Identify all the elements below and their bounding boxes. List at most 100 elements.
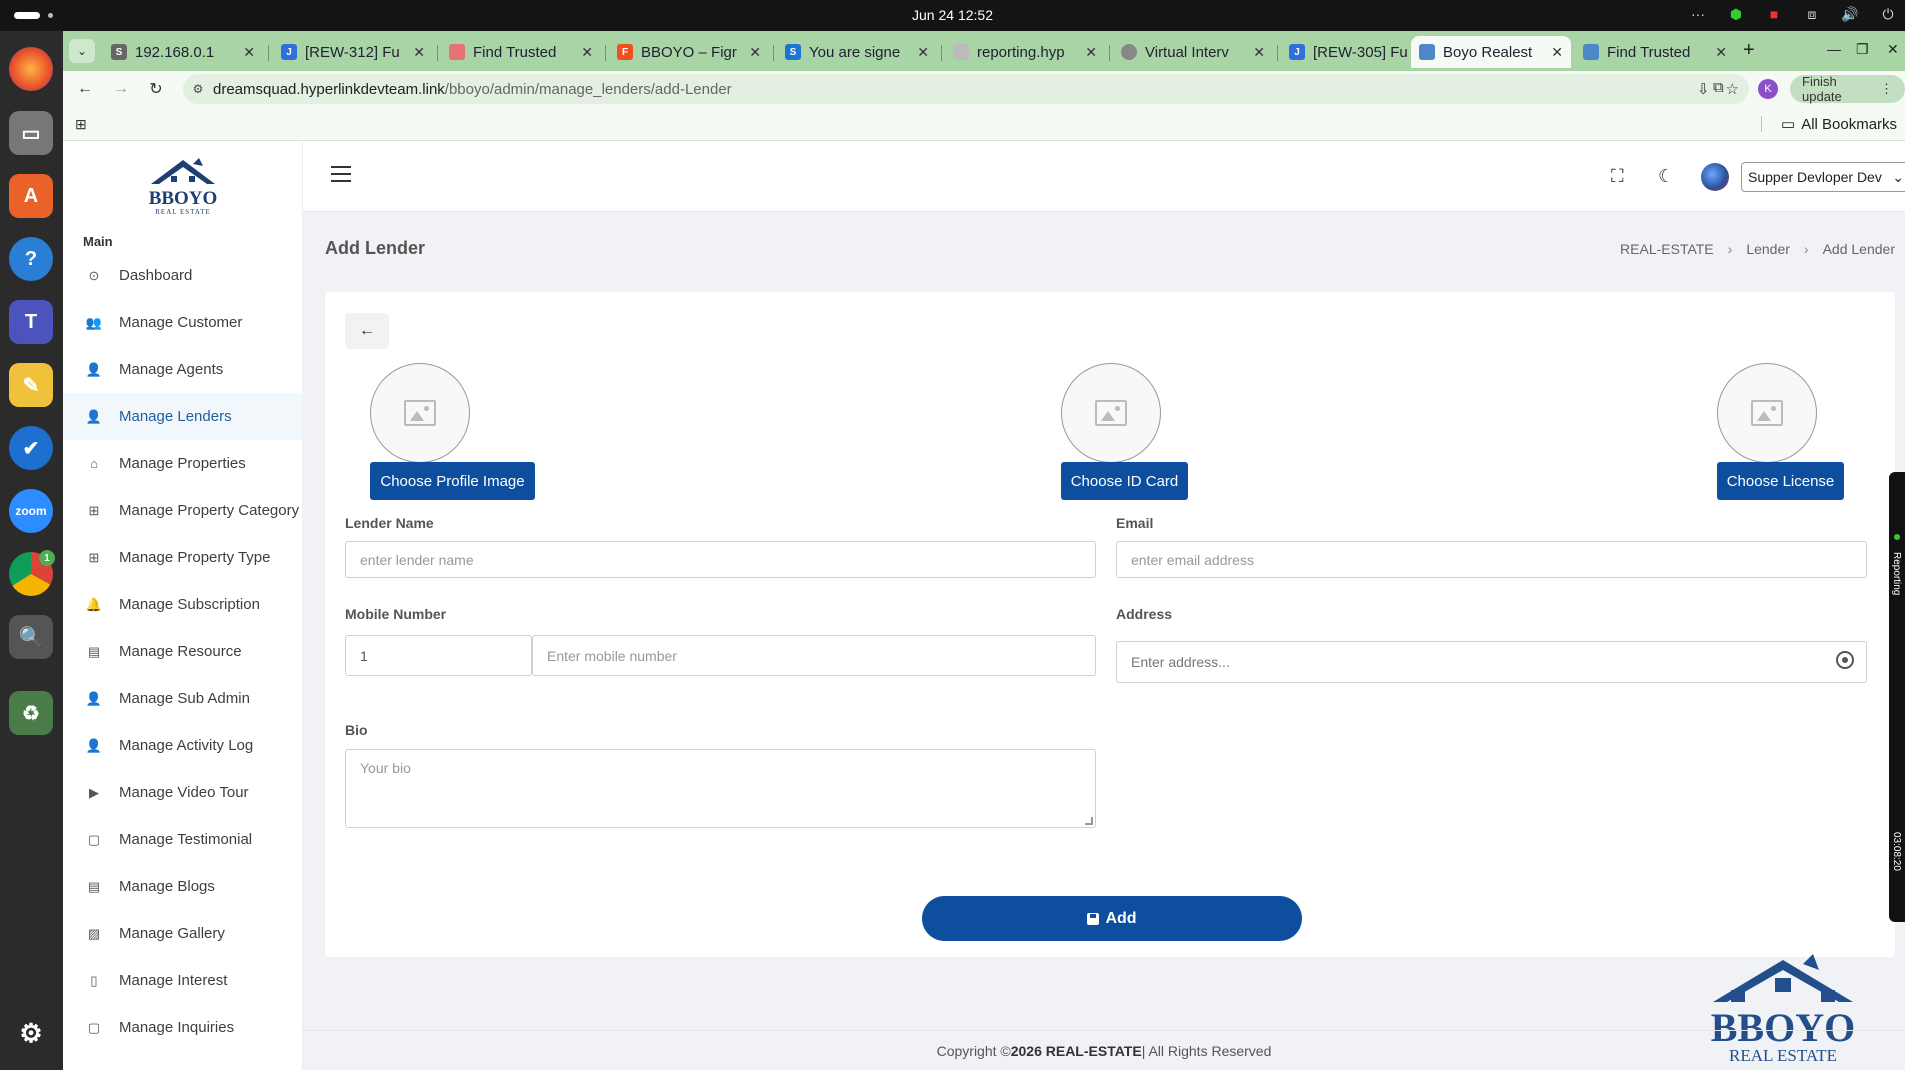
tab-3[interactable]: Find Trusted ✕ bbox=[441, 36, 601, 68]
tab-2[interactable]: J [REW-312] Fu ✕ bbox=[273, 36, 433, 68]
bookmark-star-icon[interactable]: ☆ bbox=[1726, 80, 1739, 98]
back-button[interactable]: ← bbox=[345, 313, 389, 349]
tab-4[interactable]: F BBOYO – Figr ✕ bbox=[609, 36, 769, 68]
finish-update-button[interactable]: Finish update ⋮ bbox=[1790, 74, 1905, 104]
recording-icon[interactable]: ■ bbox=[1765, 5, 1783, 23]
address-bar[interactable]: ⚙ dreamsquad.hyperlinkdevteam.link/bboyo… bbox=[183, 74, 1749, 104]
tab-active-boyo[interactable]: Boyo Realest ✕ bbox=[1411, 36, 1571, 68]
sidebar-item-property-type[interactable]: ⊞ Manage Property Type bbox=[63, 534, 303, 581]
tab-6[interactable]: reporting.hyp ✕ bbox=[945, 36, 1105, 68]
sidebar-item-agents[interactable]: 👤 Manage Agents bbox=[63, 346, 303, 393]
close-icon[interactable]: ✕ bbox=[243, 44, 255, 61]
lender-name-label: Lender Name bbox=[345, 515, 434, 531]
volume-icon[interactable]: 🔊 bbox=[1841, 5, 1859, 23]
close-icon[interactable]: ✕ bbox=[581, 44, 593, 61]
sidebar-item-resource[interactable]: ▤ Manage Resource bbox=[63, 628, 303, 675]
sidebar-item-blogs[interactable]: ▤ Manage Blogs bbox=[63, 863, 303, 910]
more-icon[interactable]: ··· bbox=[1689, 5, 1707, 23]
location-target-icon[interactable] bbox=[1836, 651, 1854, 669]
zoom-icon[interactable]: zoom bbox=[9, 489, 53, 533]
close-icon[interactable]: ✕ bbox=[1715, 44, 1727, 61]
folder-icon: ▭ bbox=[1781, 116, 1796, 133]
new-tab-button[interactable]: + bbox=[1743, 39, 1755, 62]
brand-logo[interactable]: BBOYO REAL ESTATE bbox=[143, 154, 223, 216]
dark-mode-moon-icon[interactable]: ☾ bbox=[1658, 166, 1674, 187]
text-editor-icon[interactable]: ✎ bbox=[9, 363, 53, 407]
tab-5[interactable]: S You are signe ✕ bbox=[777, 36, 937, 68]
sidebar-item-lenders[interactable]: 👤 Manage Lenders bbox=[63, 393, 303, 440]
hamburger-menu-icon[interactable] bbox=[331, 166, 353, 184]
vpn-shield-icon[interactable]: ⬢ bbox=[1727, 5, 1745, 23]
image-viewer-icon[interactable]: 🔍 bbox=[9, 615, 53, 659]
install-app-icon[interactable]: ⇩ bbox=[1697, 80, 1710, 98]
close-icon[interactable]: ✕ bbox=[1551, 44, 1563, 61]
trash-icon[interactable]: ♻ bbox=[9, 691, 53, 735]
restore-icon[interactable]: ❐ bbox=[1856, 41, 1869, 58]
help-icon[interactable]: ? bbox=[9, 237, 53, 281]
close-icon[interactable]: ✕ bbox=[1253, 44, 1265, 61]
close-icon[interactable]: ✕ bbox=[413, 44, 425, 61]
breadcrumb-lender[interactable]: Lender bbox=[1746, 241, 1790, 257]
image-placeholder-icon bbox=[404, 400, 436, 426]
tab-1[interactable]: S 192.168.0.1 ✕ bbox=[103, 36, 263, 68]
sidebar-item-activity-log[interactable]: 👤 Manage Activity Log bbox=[63, 722, 303, 769]
add-button[interactable]: Add bbox=[922, 896, 1302, 941]
sidebar-item-gallery[interactable]: ▨ Manage Gallery bbox=[63, 910, 303, 957]
sidebar-item-dashboard[interactable]: ⊙ Dashboard bbox=[63, 252, 303, 299]
extensions-icon[interactable]: ⧉ bbox=[1713, 79, 1724, 96]
forward-arrow-icon[interactable]: → bbox=[109, 77, 133, 101]
bio-textarea[interactable]: Your bio bbox=[345, 749, 1096, 828]
show-apps-icon[interactable]: ⚙ bbox=[9, 1011, 53, 1055]
user-dropdown[interactable]: Supper Devloper Dev ⌄ bbox=[1741, 162, 1905, 192]
all-bookmarks-button[interactable]: ▭ All Bookmarks bbox=[1781, 115, 1897, 134]
email-input[interactable]: enter email address bbox=[1116, 541, 1867, 578]
sidebar-item-testimonial[interactable]: ▢ Manage Testimonial bbox=[63, 816, 303, 863]
grid-icon: ⊞ bbox=[88, 549, 100, 565]
tab-7[interactable]: Virtual Interv ✕ bbox=[1113, 36, 1273, 68]
system-tray: ··· ⬢ ■ ⧈ 🔊 ⏻ bbox=[1689, 5, 1897, 23]
close-icon[interactable]: ✕ bbox=[749, 44, 761, 61]
minimize-icon[interactable]: — bbox=[1827, 41, 1841, 57]
breadcrumb-home[interactable]: REAL-ESTATE bbox=[1620, 241, 1714, 257]
close-icon[interactable]: ✕ bbox=[1085, 44, 1097, 61]
choose-profile-image-button[interactable]: Choose Profile Image bbox=[370, 462, 535, 500]
avatar[interactable] bbox=[1701, 163, 1729, 191]
network-icon[interactable]: ⧈ bbox=[1803, 5, 1821, 23]
sidebar-item-inquiries[interactable]: ▢ Manage Inquiries bbox=[63, 1004, 303, 1051]
back-arrow-icon[interactable]: ← bbox=[73, 77, 97, 101]
files-icon[interactable]: ▭ bbox=[9, 111, 53, 155]
sidebar-item-sub-admin[interactable]: 👤 Manage Sub Admin bbox=[63, 675, 303, 722]
sidebar-item-properties[interactable]: ⌂ Manage Properties bbox=[63, 440, 303, 487]
window-close-icon[interactable]: ✕ bbox=[1887, 41, 1899, 58]
firefox-icon[interactable] bbox=[9, 47, 53, 91]
choose-license-button[interactable]: Choose License bbox=[1717, 462, 1844, 500]
sidebar-item-interest[interactable]: ▯ Manage Interest bbox=[63, 957, 303, 1004]
sidebar-item-property-category[interactable]: ⊞ Manage Property Category bbox=[63, 487, 303, 534]
site-info-icon[interactable]: ⚙ bbox=[183, 82, 213, 96]
fullscreen-icon[interactable]: ⛶ bbox=[1611, 166, 1624, 187]
tab-search-button[interactable]: ⌄ bbox=[69, 39, 95, 63]
sidebar-item-customer[interactable]: 👥 Manage Customer bbox=[63, 299, 303, 346]
choose-id-card-button[interactable]: Choose ID Card bbox=[1061, 462, 1188, 500]
app-center-icon[interactable]: A bbox=[9, 174, 53, 218]
reporting-widget[interactable]: Reporting 03:08:20 bbox=[1889, 472, 1905, 922]
tasks-icon[interactable]: ✔ bbox=[9, 426, 53, 470]
lender-name-input[interactable]: enter lender name bbox=[345, 541, 1096, 578]
address-input[interactable]: Enter address... bbox=[1116, 641, 1867, 683]
sidebar-item-video-tour[interactable]: ▶ Manage Video Tour bbox=[63, 769, 303, 816]
close-icon[interactable]: ✕ bbox=[917, 44, 929, 61]
tab-10[interactable]: Find Trusted ✕ bbox=[1575, 36, 1735, 68]
sidebar-item-subscription[interactable]: 🔔 Manage Subscription bbox=[63, 581, 303, 628]
tab-favicon: S bbox=[785, 44, 801, 60]
document-icon: ▤ bbox=[87, 878, 101, 894]
apps-grid-icon[interactable]: ⊞ bbox=[75, 116, 87, 133]
teams-icon[interactable]: T bbox=[9, 300, 53, 344]
os-clock[interactable]: Jun 24 12:52 bbox=[0, 7, 1905, 23]
chrome-icon[interactable]: 1 bbox=[9, 550, 55, 596]
power-icon[interactable]: ⏻ bbox=[1879, 5, 1897, 23]
resize-handle-icon[interactable] bbox=[1085, 817, 1093, 825]
reload-icon[interactable]: ↻ bbox=[144, 77, 168, 101]
country-code-input[interactable]: 1 bbox=[345, 635, 532, 676]
profile-avatar[interactable]: K bbox=[1758, 79, 1778, 99]
mobile-number-input[interactable]: Enter mobile number bbox=[532, 635, 1096, 676]
